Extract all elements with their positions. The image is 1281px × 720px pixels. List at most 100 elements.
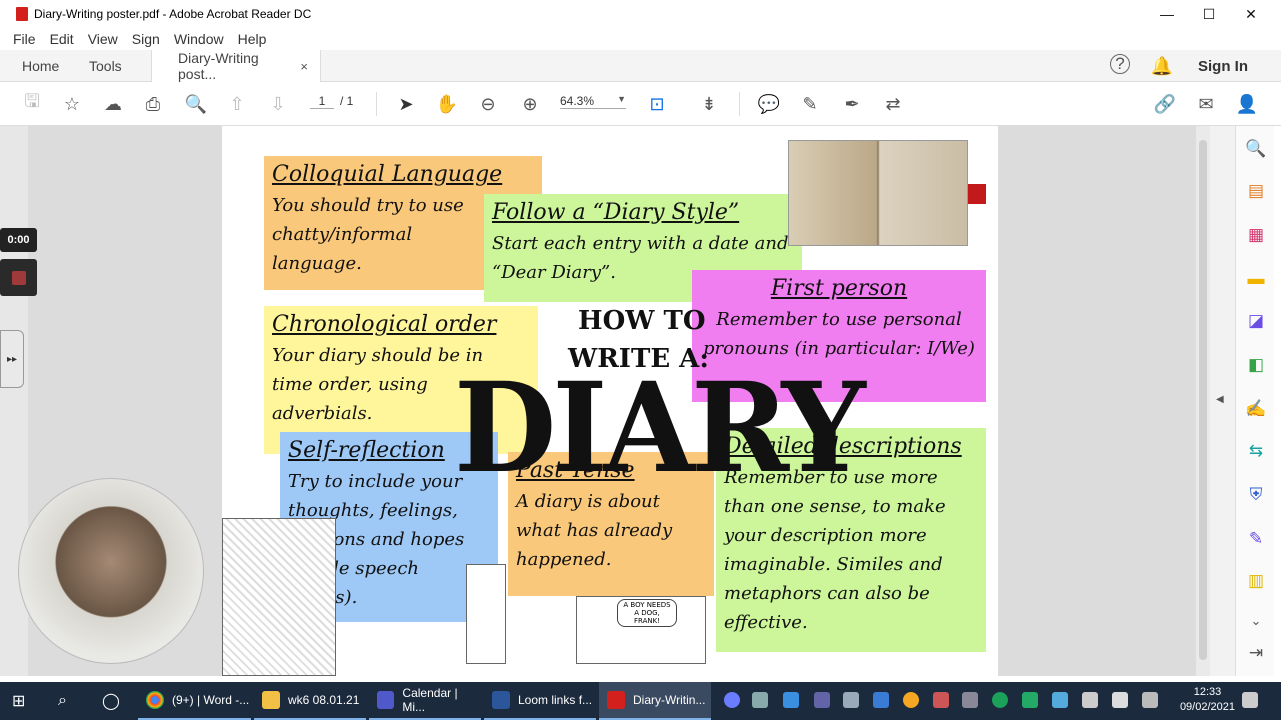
note-colloquial-body: You should try to use chatty/informal la… xyxy=(272,195,464,274)
bell-icon[interactable]: 🔔 xyxy=(1150,54,1174,78)
battery-icon[interactable] xyxy=(1112,692,1128,708)
tab-close-icon[interactable]: × xyxy=(300,59,308,74)
diary-title: DIARY xyxy=(454,354,866,501)
microphone-icon[interactable] xyxy=(1082,692,1098,708)
comic-panel-image: A BOY NEEDS A DOG, FRANK! xyxy=(576,596,706,664)
zoom-level-value: 64.3% xyxy=(560,94,595,108)
snip-icon[interactable] xyxy=(933,692,949,708)
page-number-input[interactable]: 1 xyxy=(310,94,334,109)
notification-icon[interactable] xyxy=(1242,692,1258,708)
windows-start-icon[interactable]: ⊞ xyxy=(12,682,25,720)
taskbar-acrobat[interactable]: Diary-Writin... xyxy=(599,682,711,720)
edit-pdf-icon[interactable]: ◪ xyxy=(1243,308,1269,334)
folder-icon xyxy=(262,691,280,709)
zoom-search-icon[interactable]: 🔍 xyxy=(184,92,208,116)
toolbar-divider xyxy=(376,92,377,116)
hand-tool-icon[interactable]: ✋ xyxy=(435,92,459,116)
menu-window[interactable]: Window xyxy=(174,31,224,47)
tray-app-icon[interactable] xyxy=(724,692,740,708)
taskbar-chrome[interactable]: (9+) | Word -... xyxy=(138,682,251,720)
menu-edit[interactable]: Edit xyxy=(50,31,74,47)
note-colloquial-heading: Colloquial Language xyxy=(272,162,503,187)
right-panel-collapse[interactable]: ◀ xyxy=(1210,126,1235,676)
taskbar-teams[interactable]: Calendar | Mi... xyxy=(369,682,481,720)
webcam-bubble[interactable] xyxy=(18,478,204,664)
sign-in-button[interactable]: Sign In xyxy=(1198,50,1248,82)
windows-taskbar: ⊞ ⌕ ◯ (9+) | Word -... wk6 08.01.21 Cale… xyxy=(0,682,1281,720)
taskbar-folder-label: wk6 08.01.21 xyxy=(288,693,360,707)
help-icon[interactable]: ? xyxy=(1110,54,1130,74)
more-tools-icon[interactable]: ▥ xyxy=(1243,568,1269,594)
tab-document[interactable]: Diary-Writing post... × xyxy=(151,50,321,82)
collapse-panel-icon[interactable]: ◀ xyxy=(1216,394,1224,405)
monitor-icon[interactable] xyxy=(962,692,978,708)
expand-pane-icon[interactable]: ⇥ xyxy=(1243,640,1269,666)
taskbar-clock[interactable]: 12:33 09/02/2021 xyxy=(1180,685,1235,715)
link-icon[interactable]: 🔗 xyxy=(1153,92,1177,116)
task-view-icon[interactable]: ◯ xyxy=(102,682,120,720)
send-review-icon[interactable]: ⇆ xyxy=(1243,438,1269,464)
highlight-pen-icon[interactable]: ✎ xyxy=(798,92,822,116)
next-page-icon[interactable]: ⇩ xyxy=(266,92,290,116)
tab-home[interactable]: Home xyxy=(22,50,59,82)
stop-recording-button[interactable] xyxy=(0,259,37,296)
menu-bar: File Edit View Sign Window Help xyxy=(0,28,1281,50)
window-title: Diary-Writing poster.pdf - Adobe Acrobat… xyxy=(34,7,312,21)
request-signature-icon[interactable]: ✎ xyxy=(1243,526,1269,552)
volume-icon[interactable] xyxy=(752,692,768,708)
onedrive-sync-icon[interactable] xyxy=(1052,692,1068,708)
share-edit-icon[interactable]: ⇄ xyxy=(881,92,905,116)
protect-icon[interactable]: ⛨ xyxy=(1243,482,1269,508)
comment-icon[interactable]: 💬 xyxy=(757,92,781,116)
menu-help[interactable]: Help xyxy=(238,31,267,47)
organize-pages-icon[interactable]: ▦ xyxy=(1243,222,1269,248)
scrollbar-thumb[interactable] xyxy=(1199,140,1207,660)
export-pdf-icon[interactable]: ▤ xyxy=(1243,178,1269,204)
prev-page-icon[interactable]: ⇧ xyxy=(225,92,249,116)
recorder-handle[interactable]: ▸▸ xyxy=(0,330,24,388)
red-tab-image xyxy=(968,184,986,204)
email-icon[interactable]: ✉ xyxy=(1194,92,1218,116)
scroll-mode-icon[interactable]: ⇟ xyxy=(697,92,721,116)
display-icon[interactable] xyxy=(843,692,859,708)
bluetooth-icon[interactable] xyxy=(873,692,889,708)
teams-icon xyxy=(377,691,395,709)
print-icon[interactable]: ⎙ xyxy=(141,92,165,116)
onedrive-icon[interactable] xyxy=(783,692,799,708)
save-icon[interactable]: 🖫 xyxy=(20,91,44,116)
upload-cloud-icon[interactable]: ☁ xyxy=(101,92,125,116)
fill-sign-tool-icon[interactable]: ✍ xyxy=(1243,396,1269,422)
menu-view[interactable]: View xyxy=(88,31,118,47)
menu-file[interactable]: File xyxy=(13,31,36,47)
whatsapp-icon[interactable] xyxy=(992,692,1008,708)
maximize-button[interactable]: ☐ xyxy=(1186,0,1232,28)
page-fit-icon[interactable]: ⊡ xyxy=(645,92,669,116)
search-icon[interactable]: ⌕ xyxy=(58,682,67,720)
close-window-button[interactable]: ✕ xyxy=(1228,0,1274,28)
chevron-down-icon[interactable]: ⌄ xyxy=(1243,608,1269,634)
taskbar-folder[interactable]: wk6 08.01.21 xyxy=(254,682,366,720)
add-user-icon[interactable]: 👤 xyxy=(1235,92,1259,116)
wifi-icon[interactable] xyxy=(1142,692,1158,708)
star-icon[interactable]: ☆ xyxy=(60,92,84,116)
zoom-level-dropdown[interactable]: 64.3% ▼ xyxy=(560,94,626,109)
chrome-icon xyxy=(146,691,164,709)
tab-document-label: Diary-Writing post... xyxy=(178,50,259,82)
teams-tray-icon[interactable] xyxy=(814,692,830,708)
zoom-icon[interactable]: 🔍 xyxy=(1243,136,1269,162)
menu-sign[interactable]: Sign xyxy=(132,31,160,47)
taskbar-word[interactable]: Loom links f... xyxy=(484,682,596,720)
select-arrow-icon[interactable]: ➤ xyxy=(394,92,418,116)
page-total: / 1 xyxy=(340,94,354,108)
comment-tool-icon[interactable]: ▬ xyxy=(1243,266,1269,292)
norton-icon[interactable] xyxy=(903,692,919,708)
tab-tools[interactable]: Tools xyxy=(89,50,122,82)
shield-tray-icon[interactable] xyxy=(1022,692,1038,708)
tab-bar: Home Tools Diary-Writing post... × ? 🔔 S… xyxy=(0,50,1281,82)
minimize-button[interactable]: — xyxy=(1144,0,1190,28)
toolbar-divider xyxy=(739,92,740,116)
zoom-in-icon[interactable]: ⊕ xyxy=(518,92,542,116)
fill-sign-icon[interactable]: ✒ xyxy=(840,92,864,116)
compress-pdf-icon[interactable]: ◧ xyxy=(1243,352,1269,378)
zoom-out-icon[interactable]: ⊖ xyxy=(476,92,500,116)
